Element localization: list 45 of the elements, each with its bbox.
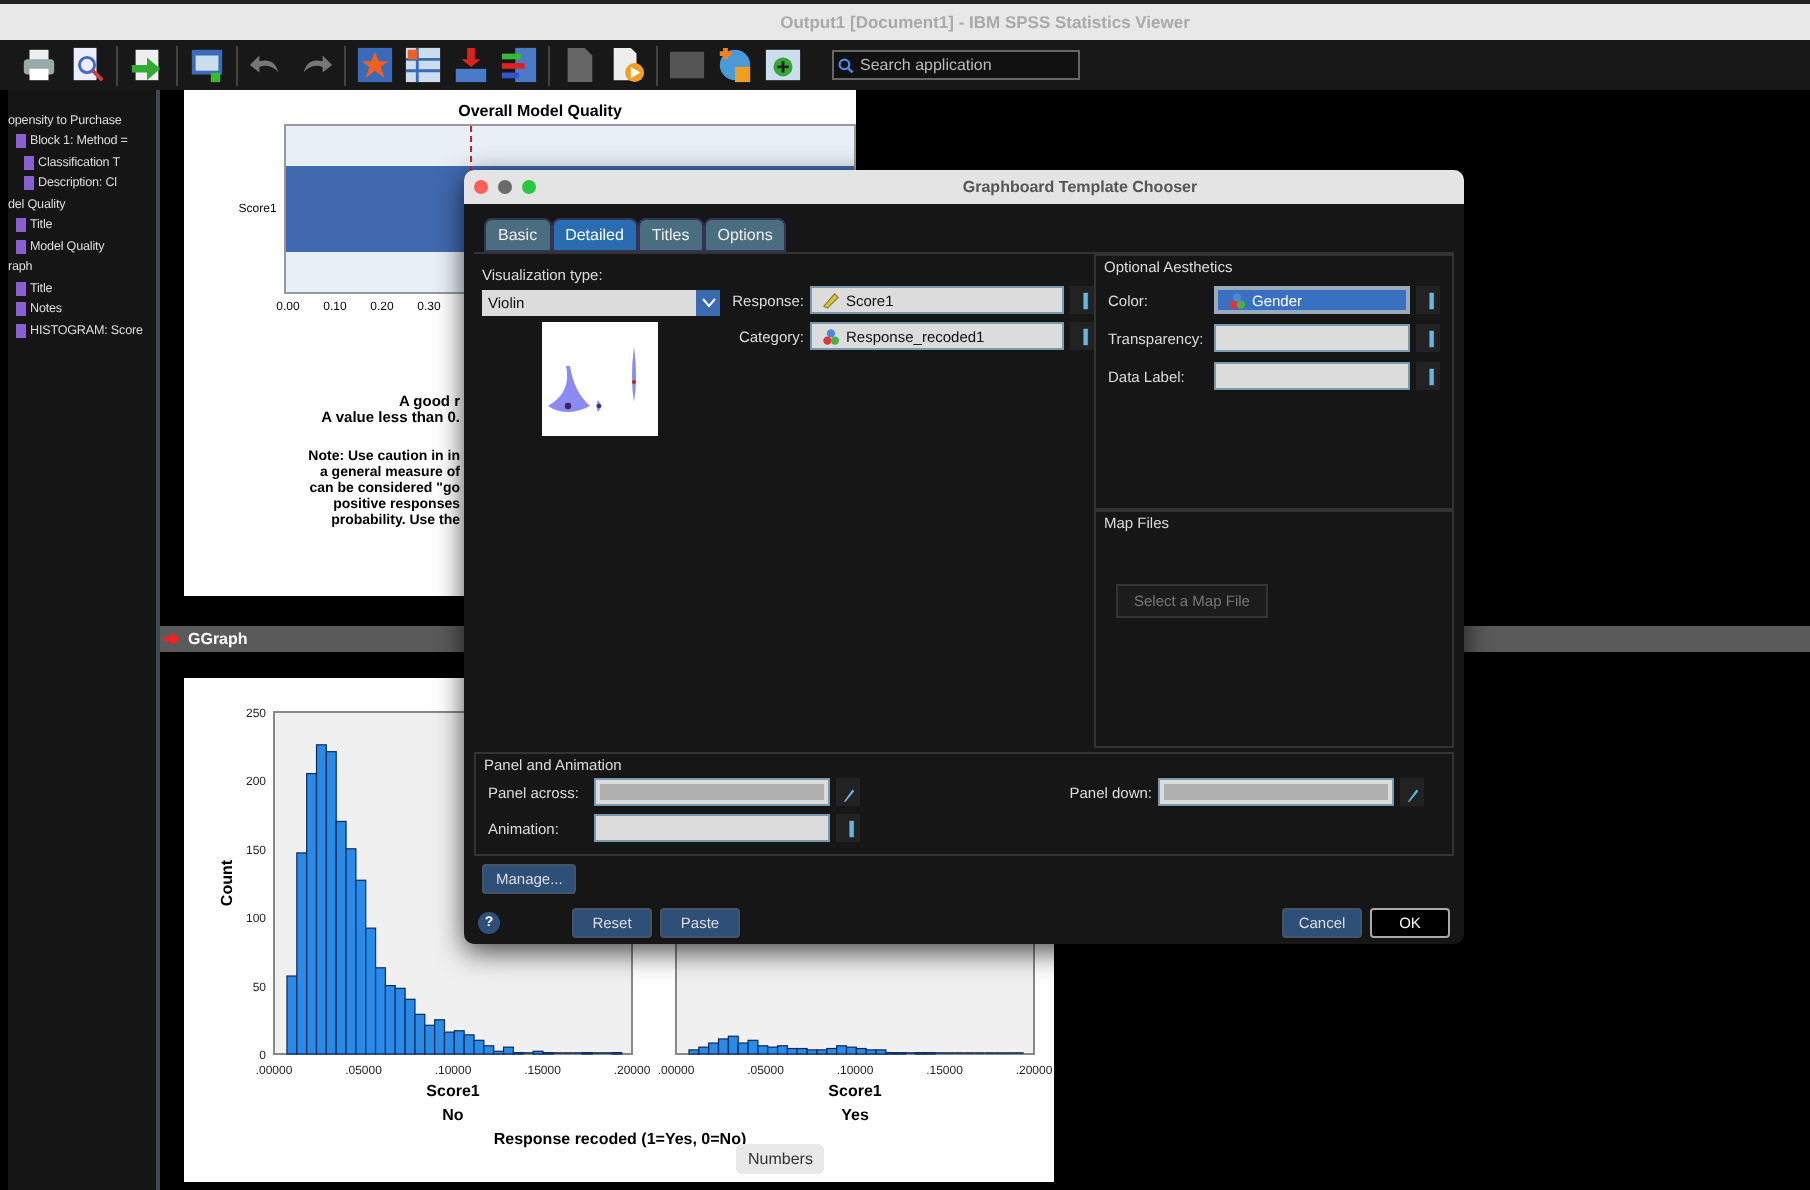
page-play-icon[interactable] — [608, 46, 646, 84]
heading-label: GGraph — [188, 630, 248, 648]
nominal-icon — [822, 327, 840, 345]
tooltip: Numbers — [736, 1144, 825, 1174]
chevron-icon — [701, 298, 715, 308]
axis-title: Score1 — [827, 1082, 881, 1100]
nominal-icon — [1228, 291, 1246, 309]
dialog-title: Graphboard Template Chooser — [960, 178, 1200, 196]
variable-picker-button[interactable] — [836, 814, 860, 842]
tab[interactable]: Options — [703, 218, 787, 252]
axis-title: Response recoded (1=Yes, 0=No) — [491, 1130, 749, 1148]
group-label: No — [442, 1106, 464, 1124]
variable-picker-button[interactable] — [1070, 322, 1094, 350]
table-icon[interactable] — [404, 46, 442, 84]
arrow-icon — [164, 632, 180, 646]
chart-title: Overall Model Quality — [456, 100, 624, 120]
minimize-button[interactable] — [498, 180, 512, 194]
variable-field[interactable] — [1214, 362, 1410, 390]
axis-title: Count — [218, 859, 236, 907]
window-icon[interactable] — [188, 46, 226, 84]
variable-picker-button[interactable] — [1416, 324, 1440, 352]
export-icon[interactable] — [128, 46, 166, 84]
variable-picker-button[interactable] — [1416, 362, 1440, 390]
variable-picker-button[interactable] — [1070, 286, 1094, 314]
add-icon[interactable] — [764, 46, 802, 84]
bars-icon[interactable] — [500, 46, 538, 84]
window-title: Output1 [Document1] - IBM SPSS Statistics Viewer — [780, 12, 1190, 32]
variable-field[interactable] — [1214, 324, 1410, 352]
group-label: Yes — [840, 1106, 869, 1124]
variable-picker-button[interactable] — [1416, 286, 1440, 314]
tab[interactable]: Titles — [637, 218, 704, 252]
axis-title: Score1 — [426, 1082, 480, 1100]
tab[interactable]: Detailed — [551, 218, 638, 252]
print-preview-icon[interactable] — [68, 46, 106, 84]
grid-icon[interactable] — [668, 46, 706, 84]
printer-icon[interactable] — [20, 46, 58, 84]
variable-field[interactable] — [594, 814, 830, 842]
search-icon — [838, 57, 854, 73]
globe-icon[interactable] — [716, 46, 754, 84]
search-field[interactable]: Search application — [832, 50, 1080, 80]
insert-row-icon[interactable] — [452, 46, 490, 84]
variable-picker-button[interactable] — [836, 778, 860, 806]
variable-picker-button[interactable] — [1400, 778, 1424, 806]
tab[interactable]: Basic — [484, 218, 552, 252]
star-icon[interactable] — [356, 46, 394, 84]
